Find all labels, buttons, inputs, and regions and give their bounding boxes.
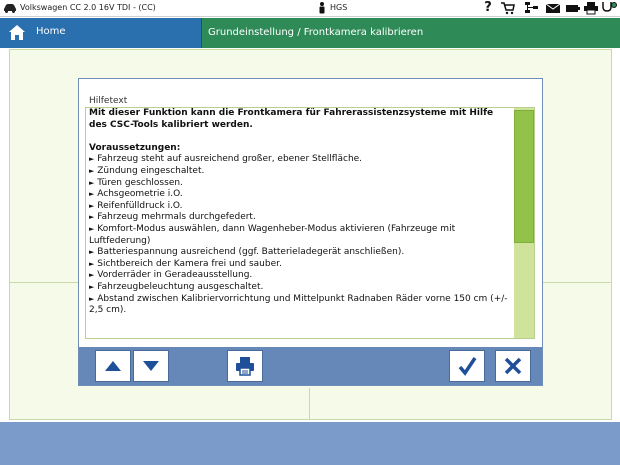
arrow-up-icon	[105, 361, 121, 371]
bullet-icon: ►	[89, 282, 95, 291]
list-item: ► Achsgeometrie i.O.	[89, 189, 509, 201]
cancel-button[interactable]	[495, 350, 531, 382]
list-item: ► Türen geschlossen.	[89, 178, 509, 190]
mail-icon[interactable]	[545, 1, 561, 15]
dialog-toolbar	[79, 347, 542, 385]
list-item-text: Fahrzeug steht auf ausreichend großer, e…	[97, 154, 363, 165]
bullet-icon: ►	[89, 178, 95, 187]
bullet-icon: ►	[89, 201, 95, 210]
scroll-up-button[interactable]	[95, 350, 131, 382]
bullet-icon: ►	[89, 259, 95, 268]
scrollbar-thumb[interactable]	[514, 110, 534, 243]
list-item-text: Reifenfülldruck i.O.	[97, 200, 183, 211]
list-item-text: Fahrzeug mehrmals durchgefedert.	[97, 212, 256, 223]
grid-divider-vertical	[309, 388, 310, 420]
intro-text: Mit dieser Funktion kann die Frontkamera…	[89, 108, 494, 130]
printer-icon[interactable]	[583, 1, 599, 15]
list-item-text: Achsgeometrie i.O.	[97, 189, 183, 200]
bullet-icon: ►	[89, 248, 95, 257]
list-item: ► Fahrzeug steht auf ausreichend großer,…	[89, 154, 509, 166]
list-item: ► Fahrzeugbeleuchtung ausgeschaltet.	[89, 282, 509, 294]
home-button[interactable]: Home	[0, 18, 202, 48]
battery-icon	[566, 5, 580, 12]
scroll-down-button[interactable]	[133, 350, 169, 382]
arrow-down-icon	[143, 361, 159, 371]
vehicle-label: Volkswagen CC 2.0 16V TDI - (CC)	[20, 3, 156, 12]
confirm-button[interactable]	[449, 350, 485, 382]
bullet-icon: ►	[89, 213, 95, 222]
bullet-icon: ►	[89, 224, 95, 233]
printer-icon	[236, 357, 254, 376]
list-item-text: Türen geschlossen.	[97, 177, 183, 188]
bullet-icon: ►	[89, 155, 95, 164]
cart-icon[interactable]	[500, 1, 516, 15]
list-item: ► Abstand zwischen Kalibriervorrichtung …	[89, 294, 509, 317]
bullet-icon: ►	[89, 294, 95, 303]
list-item: ► Fahrzeug mehrmals durchgefedert.	[89, 212, 509, 224]
car-icon	[4, 4, 16, 13]
print-button[interactable]	[227, 350, 263, 382]
list-item: ► Batteriespannung ausreichend (ggf. Bat…	[89, 247, 509, 259]
home-label: Home	[36, 26, 66, 37]
status-bar: Volkswagen CC 2.0 16V TDI - (CC) HGS ?	[0, 0, 620, 17]
help-text: Mit dieser Funktion kann die Frontkamera…	[89, 108, 509, 317]
close-icon	[504, 357, 522, 375]
list-item-text: Fahrzeugbeleuchtung ausgeschaltet.	[97, 281, 264, 292]
footer-bar	[0, 422, 620, 465]
list-item-text: Batteriespannung ausreichend (ggf. Batte…	[97, 247, 405, 258]
help-text-box[interactable]: Mit dieser Funktion kann die Frontkamera…	[85, 107, 535, 339]
user-icon	[319, 2, 325, 14]
breadcrumb: Grundeinstellung / Frontkamera kalibrier…	[208, 27, 424, 38]
list-item: ► Reifenfülldruck i.O.	[89, 201, 509, 213]
bullet-icon: ►	[89, 271, 95, 280]
home-icon	[9, 25, 25, 40]
help-dialog: Hilfetext Mit dieser Funktion kann die F…	[78, 78, 543, 386]
list-item-text: Vorderräder in Geradeausstellung.	[97, 270, 253, 281]
bullet-icon: ►	[89, 190, 95, 199]
list-item: ► Zündung eingeschaltet.	[89, 166, 509, 178]
dialog-title: Hilfetext	[89, 96, 128, 106]
list-item: ► Sichtbereich der Kamera frei und saube…	[89, 259, 509, 271]
stethoscope-icon[interactable]	[600, 1, 618, 15]
list-item-text: Abstand zwischen Kalibriervorrichtung un…	[89, 293, 508, 316]
user-label: HGS	[330, 3, 348, 12]
requirements-list: ► Fahrzeug steht auf ausreichend großer,…	[89, 154, 509, 316]
scrollbar[interactable]	[514, 108, 534, 338]
list-item: ► Vorderräder in Geradeausstellung.	[89, 270, 509, 282]
list-item-text: Komfort-Modus auswählen, dann Wagenheber…	[89, 223, 456, 246]
list-item-text: Zündung eingeschaltet.	[97, 165, 205, 176]
bullet-icon: ►	[89, 166, 95, 175]
network-icon[interactable]	[524, 1, 540, 15]
section-heading: Voraussetzungen:	[89, 142, 181, 153]
help-icon[interactable]: ?	[480, 1, 496, 15]
list-item: ► Komfort-Modus auswählen, dann Wagenheb…	[89, 224, 509, 247]
nav-bar: Home Grundeinstellung / Frontkamera kali…	[0, 18, 620, 48]
list-item-text: Sichtbereich der Kamera frei und sauber.	[97, 258, 282, 269]
checkmark-icon	[458, 357, 477, 376]
